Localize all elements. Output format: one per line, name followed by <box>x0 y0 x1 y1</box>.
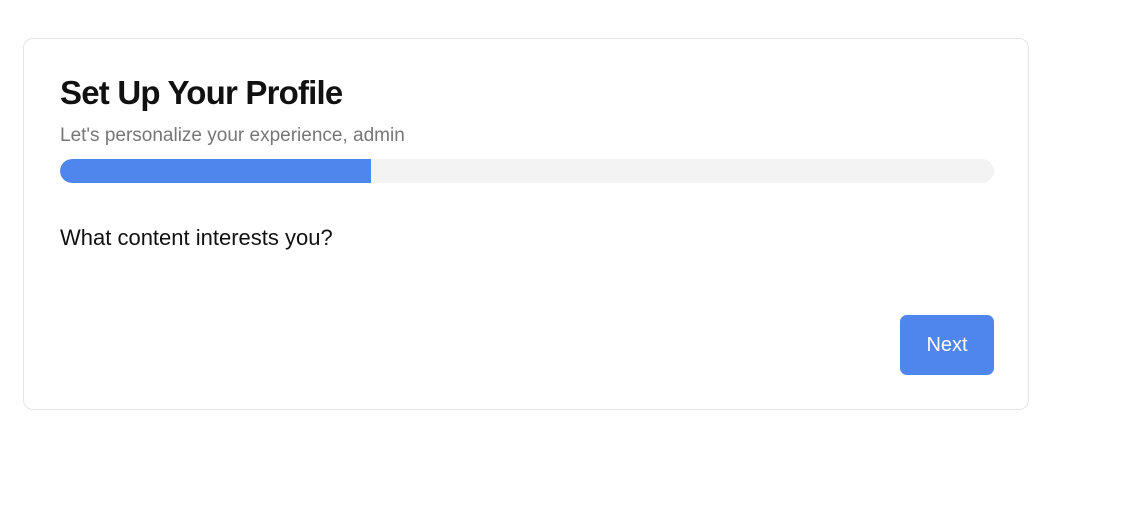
next-button[interactable]: Next <box>900 315 994 375</box>
question-text: What content interests you? <box>60 225 333 250</box>
progress-bar <box>60 159 994 183</box>
profile-setup-card: Set Up Your Profile Let's personalize yo… <box>23 38 1029 410</box>
page-title: Set Up Your Profile <box>60 74 343 111</box>
page-subtitle: Let's personalize your experience, admin <box>60 125 405 146</box>
progress-bar-fill <box>60 159 372 183</box>
